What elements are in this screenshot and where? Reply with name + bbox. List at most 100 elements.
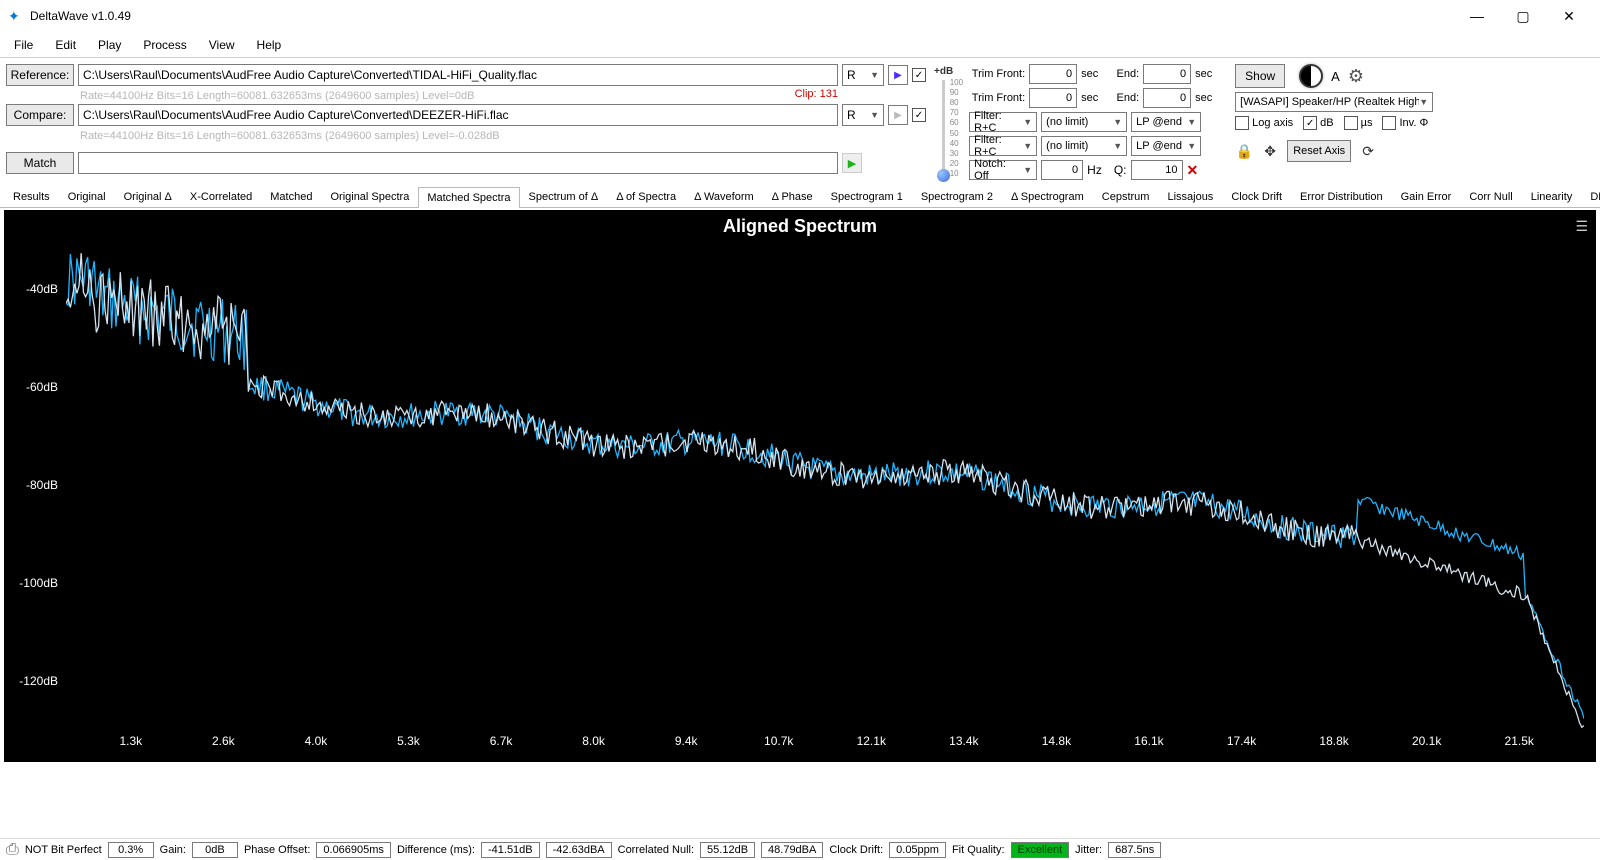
fit-quality-value: Excellent (1011, 842, 1070, 858)
screenshot-icon[interactable]: ⎙ (6, 841, 19, 859)
reference-play-button[interactable]: ▶ (888, 65, 908, 85)
compare-channel-select[interactable]: R▼ (842, 104, 884, 126)
tab-gain-error[interactable]: Gain Error (1392, 186, 1461, 207)
tab-matched-spectra[interactable]: Matched Spectra (418, 187, 519, 208)
a-label: A (1331, 69, 1340, 84)
tab-x-correlated[interactable]: X-Correlated (181, 186, 261, 207)
tab-spectrogram-1[interactable]: Spectrogram 1 (822, 186, 912, 207)
app-icon: ✦ (8, 8, 24, 24)
slider-label: +dB (934, 66, 953, 77)
toolbar: Reference: R▼ ▶ ✓ Rate=44100Hz Bits=16 L… (0, 58, 1600, 186)
difference-value-2: -42.63dBA (546, 842, 612, 858)
filter1-type-select[interactable]: Filter: R+C▼ (969, 112, 1037, 132)
menu-edit[interactable]: Edit (45, 34, 86, 56)
titlebar: ✦ DeltaWave v1.0.49 — ▢ ✕ (0, 0, 1600, 32)
tab-lissajous[interactable]: Lissajous (1158, 186, 1222, 207)
filter2-limit-select[interactable]: (no limit)▼ (1041, 136, 1127, 156)
tab-original[interactable]: Original (59, 186, 115, 207)
us-checkbox[interactable] (1344, 116, 1358, 130)
notch-select[interactable]: Notch: Off▼ (969, 160, 1037, 180)
corrnull-value-1: 55.12dB (700, 842, 755, 858)
match-play-button[interactable]: ▶ (842, 153, 862, 173)
lock-icon[interactable]: 🔒 (1235, 142, 1253, 160)
tab--waveform[interactable]: Δ Waveform (685, 186, 763, 207)
compare-checkbox[interactable]: ✓ (912, 108, 926, 122)
menu-play[interactable]: Play (88, 34, 131, 56)
trim-front-input-2[interactable] (1029, 88, 1077, 108)
reset-axis-button[interactable]: Reset Axis (1287, 140, 1351, 162)
refresh-icon[interactable]: ⟳ (1359, 142, 1377, 160)
y-axis: -40dB-60dB-80dB-100dB-120dB (4, 240, 64, 730)
notch-freq-input[interactable] (1041, 160, 1083, 180)
minimize-button[interactable]: — (1454, 0, 1500, 32)
maximize-button[interactable]: ▢ (1500, 0, 1546, 32)
bitperfect-pct: 0.3% (108, 842, 154, 858)
menu-view[interactable]: View (199, 34, 245, 56)
tab-corr-null[interactable]: Corr Null (1460, 186, 1521, 207)
contrast-icon[interactable] (1299, 64, 1323, 88)
show-button[interactable]: Show (1235, 64, 1285, 88)
chart-settings-icon[interactable]: ☰ (1575, 218, 1588, 235)
filter1-lp-select[interactable]: LP @end▼ (1131, 112, 1201, 132)
log-axis-checkbox[interactable] (1235, 116, 1249, 130)
compare-button[interactable]: Compare: (6, 104, 74, 126)
tab-results[interactable]: Results (4, 186, 59, 207)
tab-linearity[interactable]: Linearity (1522, 186, 1582, 207)
compare-path-input[interactable] (78, 104, 838, 126)
filter2-lp-select[interactable]: LP @end▼ (1131, 136, 1201, 156)
tab-spectrogram-2[interactable]: Spectrogram 2 (912, 186, 1002, 207)
match-button[interactable]: Match (6, 152, 74, 174)
bitperfect-label: NOT Bit Perfect (25, 844, 102, 856)
match-field[interactable] (78, 152, 838, 174)
gear-icon[interactable]: ⚙ (1348, 66, 1364, 87)
status-bar: ⎙ NOT Bit Perfect 0.3% Gain: 0dB Phase O… (0, 838, 1600, 860)
tab--of-spectra[interactable]: Δ of Spectra (607, 186, 685, 207)
tab-df-metric[interactable]: DF Metric (1581, 186, 1600, 207)
tab-clock-drift[interactable]: Clock Drift (1222, 186, 1291, 207)
gain-slider-panel: +dB 100 90 80 70 60 50 40 30 20 10 (934, 64, 953, 180)
reference-path-input[interactable] (78, 64, 838, 86)
compare-channel-value: R (847, 108, 856, 122)
close-button[interactable]: ✕ (1546, 0, 1592, 32)
tab-original-[interactable]: Original Δ (115, 186, 181, 207)
trim-end-input-2[interactable] (1143, 88, 1191, 108)
tab-cepstrum[interactable]: Cepstrum (1093, 186, 1159, 207)
compare-play-button[interactable]: ▶ (888, 105, 908, 125)
jitter-value: 687.5ns (1108, 842, 1161, 858)
trim-front-label-2: Trim Front: (969, 92, 1025, 104)
trim-end-input-1[interactable] (1143, 64, 1191, 84)
audio-device-select[interactable]: [WASAPI] Speaker/HP (Realtek High Defini… (1235, 92, 1433, 112)
tab-original-spectra[interactable]: Original Spectra (321, 186, 418, 207)
gain-slider[interactable]: 100 90 80 70 60 50 40 30 20 10 (942, 80, 945, 176)
tab-spectrum-of-[interactable]: Spectrum of Δ (520, 186, 608, 207)
chart-title: Aligned Spectrum (4, 216, 1596, 237)
reference-channel-select[interactable]: R▼ (842, 64, 884, 86)
tab--spectrogram[interactable]: Δ Spectrogram (1002, 186, 1093, 207)
trim-front-label-1: Trim Front: (969, 68, 1025, 80)
filter2-type-select[interactable]: Filter: R+C▼ (969, 136, 1037, 156)
menu-file[interactable]: File (4, 34, 43, 56)
chevron-down-icon: ▼ (870, 70, 879, 80)
menu-help[interactable]: Help (247, 34, 292, 56)
target-icon[interactable]: ✥ (1261, 142, 1279, 160)
chart-area[interactable]: Aligned Spectrum ☰ -40dB-60dB-80dB-100dB… (4, 210, 1596, 762)
filter1-limit-select[interactable]: (no limit)▼ (1041, 112, 1127, 132)
difference-value-1: -41.51dB (481, 842, 540, 858)
notch-q-input[interactable] (1131, 160, 1183, 180)
tab--phase[interactable]: Δ Phase (763, 186, 822, 207)
trim-front-input-1[interactable] (1029, 64, 1077, 84)
reference-button[interactable]: Reference: (6, 64, 74, 86)
notch-clear-icon[interactable]: ✕ (1187, 162, 1199, 179)
db-checkbox[interactable]: ✓ (1303, 116, 1317, 130)
slider-knob[interactable] (937, 169, 950, 182)
clockdrift-value: 0.05ppm (889, 842, 946, 858)
reference-checkbox[interactable]: ✓ (912, 68, 926, 82)
menu-process[interactable]: Process (133, 34, 196, 56)
inv-phi-checkbox[interactable] (1382, 116, 1396, 130)
x-axis: 1.3k2.6k4.0k5.3k6.7k8.0k9.4k10.7k12.1k13… (66, 734, 1584, 754)
tab-matched[interactable]: Matched (261, 186, 321, 207)
tab-error-distribution[interactable]: Error Distribution (1291, 186, 1392, 207)
menubar: File Edit Play Process View Help (0, 32, 1600, 58)
window-title: DeltaWave v1.0.49 (30, 9, 1454, 23)
reference-channel-value: R (847, 68, 856, 82)
